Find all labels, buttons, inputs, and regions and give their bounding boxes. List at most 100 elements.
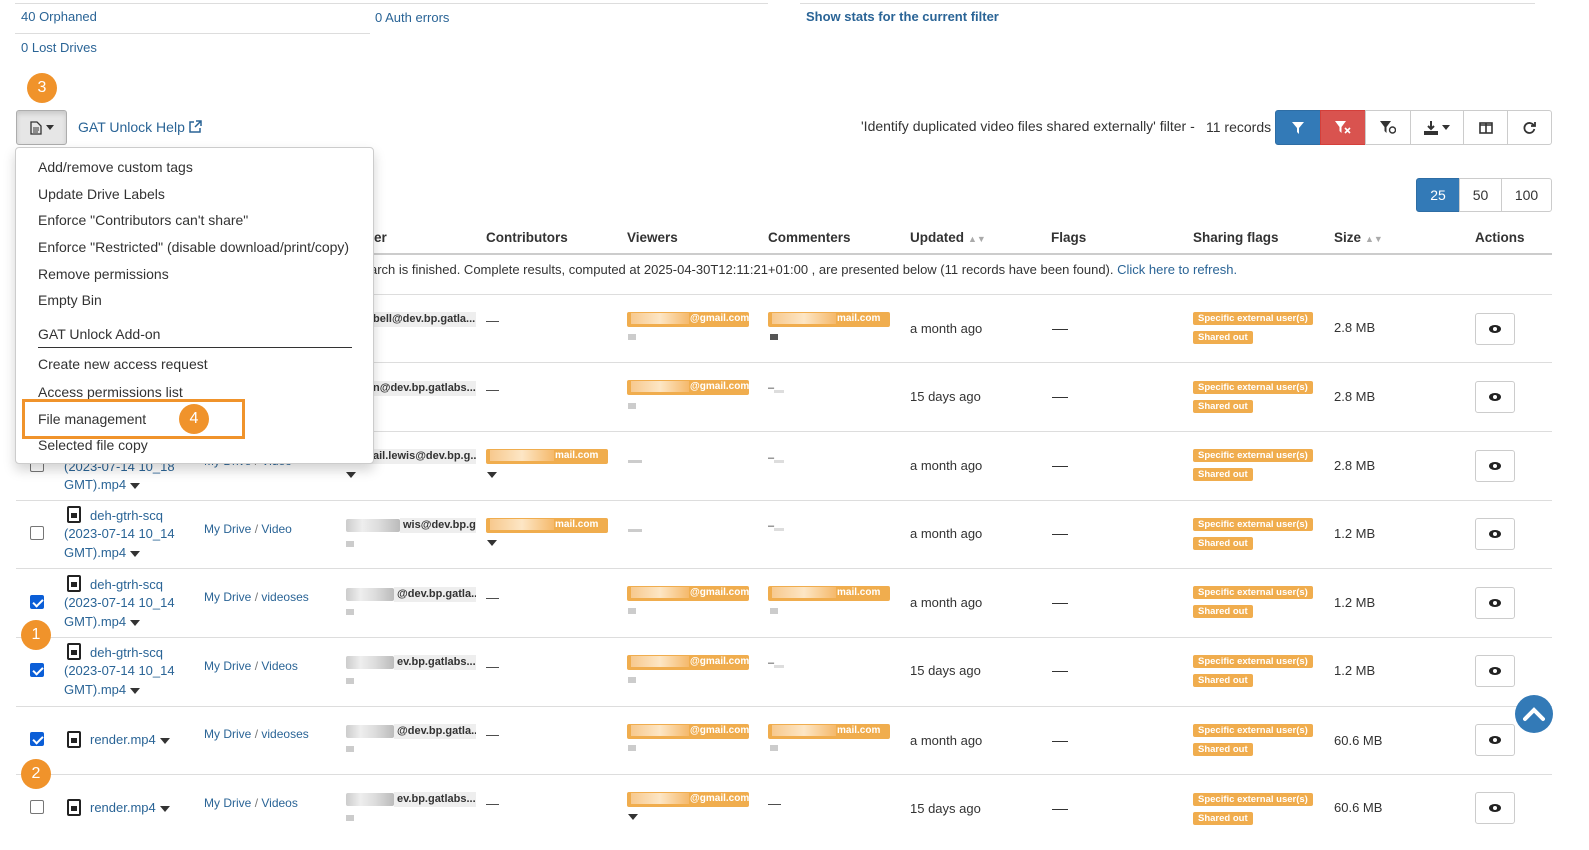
sharing-flag-external: Specific external user(s) xyxy=(1193,724,1313,737)
row-checkbox[interactable] xyxy=(30,732,44,746)
columns-button[interactable] xyxy=(1463,110,1508,145)
row-checkbox[interactable] xyxy=(30,800,44,814)
caret-down-icon[interactable] xyxy=(346,472,356,478)
path-folder[interactable]: Video xyxy=(261,522,291,536)
header-updated[interactable]: Updated ▲▼ xyxy=(910,230,986,245)
export-button[interactable] xyxy=(1410,110,1464,145)
caret-down-icon[interactable] xyxy=(130,687,141,694)
caret-down-icon[interactable] xyxy=(130,619,141,626)
menu-item-custom-tags[interactable]: Add/remove custom tags xyxy=(38,159,193,175)
orphaned-stat[interactable]: 40 Orphaned xyxy=(21,9,97,24)
scroll-top-button[interactable] xyxy=(1515,695,1553,733)
page-size-50[interactable]: 50 xyxy=(1459,178,1502,212)
view-button[interactable] xyxy=(1475,381,1515,413)
caret-down-icon[interactable] xyxy=(130,550,141,557)
file-name-line3[interactable]: GMT).mp4 xyxy=(64,476,141,494)
path-root[interactable]: My Drive xyxy=(204,796,251,810)
view-button[interactable] xyxy=(1475,450,1515,482)
page-size-100[interactable]: 100 xyxy=(1501,178,1552,212)
owner-email: @dev.bp.gatla... xyxy=(394,724,476,739)
path-folder[interactable]: videoses xyxy=(261,727,308,741)
file-path[interactable]: My Drive / Videos xyxy=(204,796,298,810)
commenters-value: — xyxy=(768,796,781,811)
file-name-line1[interactable]: deh-gtrh-scq xyxy=(90,576,163,594)
file-name-line1[interactable]: deh-gtrh-scq xyxy=(90,644,163,662)
filter-settings-button[interactable] xyxy=(1365,110,1411,145)
view-button[interactable] xyxy=(1475,655,1515,687)
lost-drives-stat[interactable]: 0 Lost Drives xyxy=(21,40,97,55)
path-root[interactable]: My Drive xyxy=(204,590,251,604)
header-owner[interactable]: er xyxy=(374,230,387,245)
caret-down-icon[interactable] xyxy=(628,814,638,820)
file-name-line1[interactable]: render.mp4 xyxy=(90,731,170,749)
file-name-line2[interactable]: (2023-07-14 10_14 xyxy=(64,594,175,612)
refresh-link[interactable]: Click here to refresh. xyxy=(1117,262,1237,277)
caret-down-icon[interactable] xyxy=(130,482,141,489)
owner-email: ev.bp.gatlabs.... xyxy=(394,655,476,670)
view-button[interactable] xyxy=(1475,313,1515,345)
caret-down-icon[interactable] xyxy=(487,540,497,546)
path-root[interactable]: My Drive xyxy=(204,727,251,741)
menu-item-empty-bin[interactable]: Empty Bin xyxy=(38,292,102,308)
file-name-line2[interactable]: (2023-07-14 10_14 xyxy=(64,662,175,680)
redacted-mark xyxy=(346,609,354,615)
path-root[interactable]: My Drive xyxy=(204,659,251,673)
commenter-tag-text: mail.com xyxy=(837,587,881,599)
menu-section-gat-unlock: GAT Unlock Add-on xyxy=(38,326,161,342)
view-button[interactable] xyxy=(1475,587,1515,619)
file-name-line1[interactable]: render.mp4 xyxy=(90,799,170,817)
redacted-mark xyxy=(628,677,636,683)
viewer-tag: @gmail.com xyxy=(627,724,749,739)
sharing-flag-shared-out: Shared out xyxy=(1193,743,1253,756)
path-root[interactable]: My Drive xyxy=(204,522,251,536)
page-size-25[interactable]: 25 xyxy=(1416,178,1460,212)
filter-button[interactable] xyxy=(1275,110,1321,145)
commenter-tag: mail.com xyxy=(768,312,890,327)
file-path[interactable]: My Drive / videoses xyxy=(204,590,309,604)
file-name-line3[interactable]: GMT).mp4 xyxy=(64,544,141,562)
clear-filter-button[interactable] xyxy=(1320,110,1366,145)
show-stats-link[interactable]: Show stats for the current filter xyxy=(806,9,999,24)
path-folder[interactable]: Videos xyxy=(261,659,297,673)
columns-icon xyxy=(1478,121,1493,134)
header-size[interactable]: Size ▲▼ xyxy=(1334,230,1383,245)
row-checkbox[interactable] xyxy=(30,663,44,677)
file-path[interactable]: My Drive / Video xyxy=(204,522,292,536)
file-name-line1[interactable]: deh-gtrh-scq xyxy=(90,507,163,525)
menu-item-enforce-contributors[interactable]: Enforce "Contributors can't share" xyxy=(38,212,248,228)
video-file-icon xyxy=(67,731,81,748)
caret-down-icon[interactable] xyxy=(487,472,497,478)
size-value: 60.6 MB xyxy=(1334,800,1383,815)
menu-item-enforce-restricted[interactable]: Enforce "Restricted" (disable download/p… xyxy=(38,239,349,255)
auth-errors-stat[interactable]: 0 Auth errors xyxy=(375,10,449,25)
row-checkbox[interactable] xyxy=(30,526,44,540)
size-value: 1.2 MB xyxy=(1334,595,1376,610)
file-path[interactable]: My Drive / Videos xyxy=(204,659,298,673)
view-button[interactable] xyxy=(1475,724,1515,756)
refresh-button[interactable] xyxy=(1507,110,1552,145)
gat-unlock-help-link[interactable]: GAT Unlock Help xyxy=(78,119,202,135)
path-folder[interactable]: videoses xyxy=(261,590,308,604)
file-name-line3[interactable]: GMT).mp4 xyxy=(64,681,141,699)
file-path[interactable]: My Drive / videoses xyxy=(204,727,309,741)
flags-empty xyxy=(1052,397,1068,398)
size-value: 2.8 MB xyxy=(1334,389,1376,404)
file-name-line3[interactable]: GMT).mp4 xyxy=(64,613,141,631)
menu-item-access-permissions-list[interactable]: Access permissions list xyxy=(38,384,183,400)
size-value: 2.8 MB xyxy=(1334,458,1376,473)
owner-email: wis@dev.bp.g... xyxy=(400,518,476,533)
view-button[interactable] xyxy=(1475,518,1515,550)
path-folder[interactable]: Videos xyxy=(261,796,297,810)
redacted-mark xyxy=(774,528,784,531)
row-checkbox[interactable] xyxy=(30,595,44,609)
menu-item-selected-file-copy[interactable]: Selected file copy xyxy=(38,437,148,453)
menu-item-update-drive-labels[interactable]: Update Drive Labels xyxy=(38,186,165,202)
menu-item-remove-permissions[interactable]: Remove permissions xyxy=(38,266,169,282)
actions-menu-button[interactable] xyxy=(16,110,67,145)
file-name-line2[interactable]: (2023-07-14 10_14 xyxy=(64,525,175,543)
menu-item-create-access-request[interactable]: Create new access request xyxy=(38,356,208,372)
file-icon xyxy=(29,120,42,135)
view-button[interactable] xyxy=(1475,792,1515,824)
caret-down-icon[interactable] xyxy=(159,805,170,812)
caret-down-icon[interactable] xyxy=(159,737,170,744)
